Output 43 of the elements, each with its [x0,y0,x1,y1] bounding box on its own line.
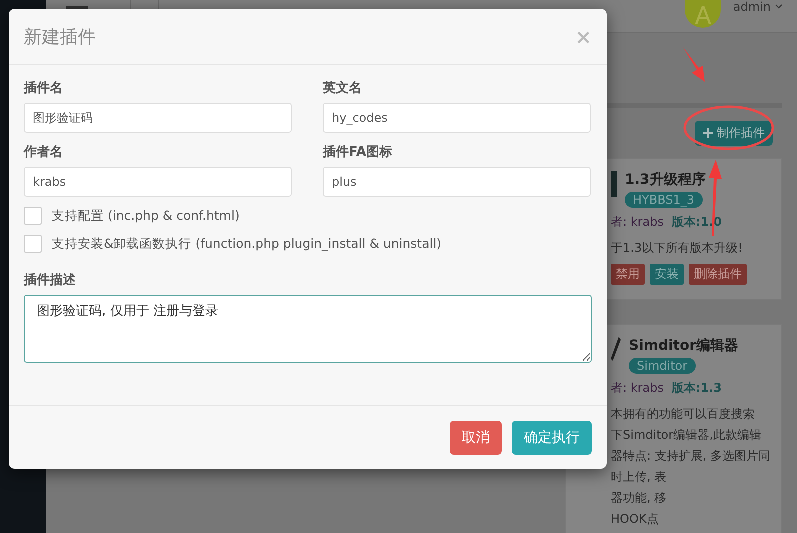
text-field[interactable]: 图形验证码 [24,103,292,133]
plugin-author: 者: krabs [611,380,664,397]
description-field[interactable]: 图形验证码, 仅用于 注册与登录 [24,295,592,363]
plugin-action-button[interactable]: 删除插件 [689,264,747,285]
confirm-button[interactable]: 确定执行 [512,420,592,454]
text-field[interactable]: plus [323,167,591,197]
dialog-title: 新建插件 [24,26,96,48]
cancel-button[interactable]: 取消 [450,420,502,454]
plugin-tag: HYBBS1_3 [625,192,702,208]
plugin-title: Simditor编辑器 [629,337,739,355]
field-label: 作者名 [24,144,64,161]
annotation-arrow [683,47,705,82]
checkbox[interactable] [24,207,42,225]
text-field[interactable]: hy_codes [323,103,591,133]
pencil-icon [611,337,621,361]
checkbox-label: 支持配置 (inc.php & conf.html) [52,208,240,224]
plugin-action-button[interactable]: 安装 [650,264,684,285]
plugin-tag: Simditor [629,358,696,374]
plugin-title: 1.3升级程序 [625,171,706,189]
checkbox[interactable] [24,235,42,253]
plugin-author: 者: krabs [611,214,664,231]
text-field[interactable]: krabs [24,167,292,197]
plugin-description: 于1.3以下所有版本升级! [611,241,743,255]
plugin-icon [611,171,617,197]
menu-icon[interactable] [66,6,88,10]
plugin-description: 下Simditor编辑器,此款编辑 [611,428,762,442]
plugin-description: 本拥有的功能可以百度搜索 [611,407,755,421]
field-label: 英文名 [323,80,363,97]
plugin-version: 版本:1.3 [672,380,722,397]
field-label: 插件描述 [24,272,77,289]
plugin-description: HOOK点 [611,512,659,526]
checkbox-label: 支持安装&卸载函数执行 (function.php plugin_install & uninstall) [52,236,442,252]
plugin-description: 器功能, 移 [611,491,667,505]
plugin-description: 器特点: 支持扩展, 多选图片同 [611,449,770,463]
caret-icon [775,3,783,11]
user-menu[interactable]: admin [733,0,783,14]
field-label: 插件FA图标 [323,144,394,161]
close-button[interactable]: × [575,24,592,48]
make-plugin-button[interactable]: 制作插件 [695,120,773,146]
plus-icon [703,128,713,138]
plugin-action-button[interactable]: 禁用 [611,264,645,285]
plugin-description: 时上传, 表 [611,470,667,484]
field-label: 插件名 [24,80,64,97]
